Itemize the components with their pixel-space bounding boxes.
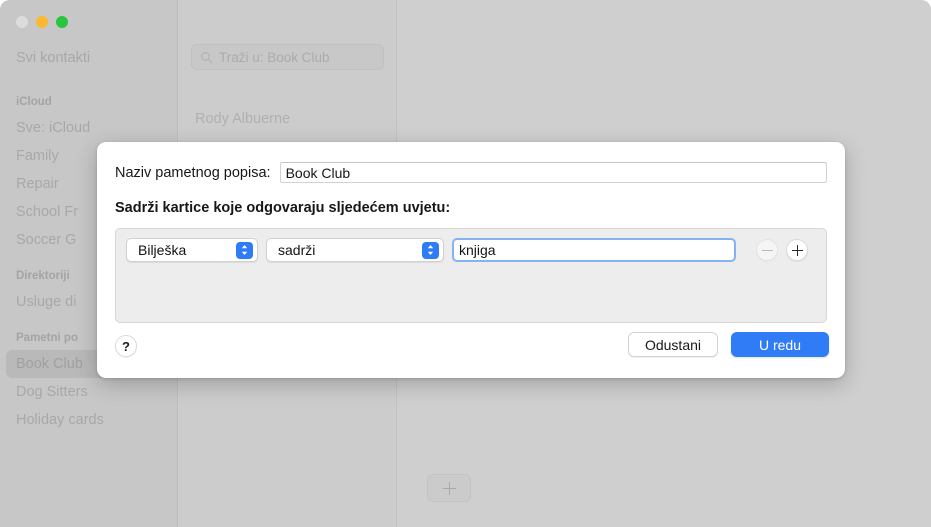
- minimize-window-button[interactable]: [36, 16, 48, 28]
- ok-button[interactable]: U redu: [731, 332, 829, 357]
- sidebar-item-label: Dog Sitters: [16, 384, 88, 400]
- condition-operator-popup[interactable]: sadrži: [266, 238, 444, 262]
- sidebar-item-label: Book Club: [16, 356, 83, 372]
- search-field[interactable]: Traži u: Book Club: [191, 44, 384, 70]
- sidebar-item-sve-icloud[interactable]: Sve: iCloud: [0, 114, 177, 142]
- sidebar-item-label: Usluge di: [16, 294, 77, 310]
- condition-operator-value: sadrži: [278, 242, 316, 258]
- sidebar-item-holiday-cards[interactable]: Holiday cards: [0, 406, 177, 434]
- smart-list-name-row: Naziv pametnog popisa:: [115, 162, 827, 183]
- plus-icon: [791, 244, 803, 256]
- condition-row: Bilješka sadrži: [126, 238, 808, 262]
- sidebar-item-label: Svi kontakti: [16, 50, 91, 66]
- sidebar-header-label: iCloud: [16, 96, 52, 108]
- plus-icon: [442, 481, 456, 495]
- smart-list-name-input[interactable]: [279, 162, 827, 183]
- sidebar-item-all-contacts[interactable]: Svi kontakti: [0, 44, 177, 72]
- smart-list-name-label: Naziv pametnog popisa:: [115, 164, 271, 181]
- sidebar-header-label: Direktoriji: [16, 270, 70, 282]
- sidebar-item-label: Family: [16, 148, 59, 164]
- condition-description-label: Sadrži kartice koje odgovaraju sljedećem…: [115, 200, 451, 216]
- screen: Svi kontakti iCloud Sve: iCloud Family R…: [0, 0, 931, 527]
- search-icon: [200, 51, 213, 63]
- dialog-actions: Odustani U redu: [628, 332, 829, 357]
- cancel-button[interactable]: Odustani: [628, 332, 718, 357]
- minus-icon: [761, 245, 773, 256]
- help-button[interactable]: ?: [115, 335, 137, 357]
- condition-field-value: Bilješka: [138, 242, 187, 258]
- condition-panel: Bilješka sadrži: [115, 228, 827, 323]
- condition-field-popup[interactable]: Bilješka: [126, 238, 258, 262]
- smart-list-dialog: Naziv pametnog popisa: Sadrži kartice ko…: [97, 142, 845, 378]
- remove-condition-button[interactable]: [756, 239, 778, 261]
- chevron-updown-icon: [236, 241, 253, 259]
- list-item[interactable]: Rody Albuerne: [179, 104, 397, 134]
- contact-name: Rody Albuerne: [195, 111, 291, 127]
- add-condition-button[interactable]: [786, 239, 808, 261]
- sidebar-item-label: Soccer G: [16, 232, 77, 248]
- close-window-button[interactable]: [16, 16, 28, 28]
- sidebar-header-icloud: iCloud: [0, 90, 177, 114]
- sidebar-item-label: Sve: iCloud: [16, 120, 91, 136]
- search-placeholder: Traži u: Book Club: [219, 49, 330, 65]
- sidebar-item-label: Repair: [16, 176, 59, 192]
- window-controls: [16, 16, 68, 28]
- chevron-updown-icon: [422, 241, 439, 259]
- sidebar-item-dog-sitters[interactable]: Dog Sitters: [0, 378, 177, 406]
- sidebar-item-label: Holiday cards: [16, 412, 104, 428]
- sidebar-header-label: Pametni po: [16, 332, 78, 344]
- maximize-window-button[interactable]: [56, 16, 68, 28]
- sidebar-item-label: School Fr: [16, 204, 79, 220]
- question-mark-icon: ?: [122, 338, 130, 354]
- condition-value-input[interactable]: [452, 238, 736, 262]
- add-contact-button[interactable]: [427, 474, 471, 502]
